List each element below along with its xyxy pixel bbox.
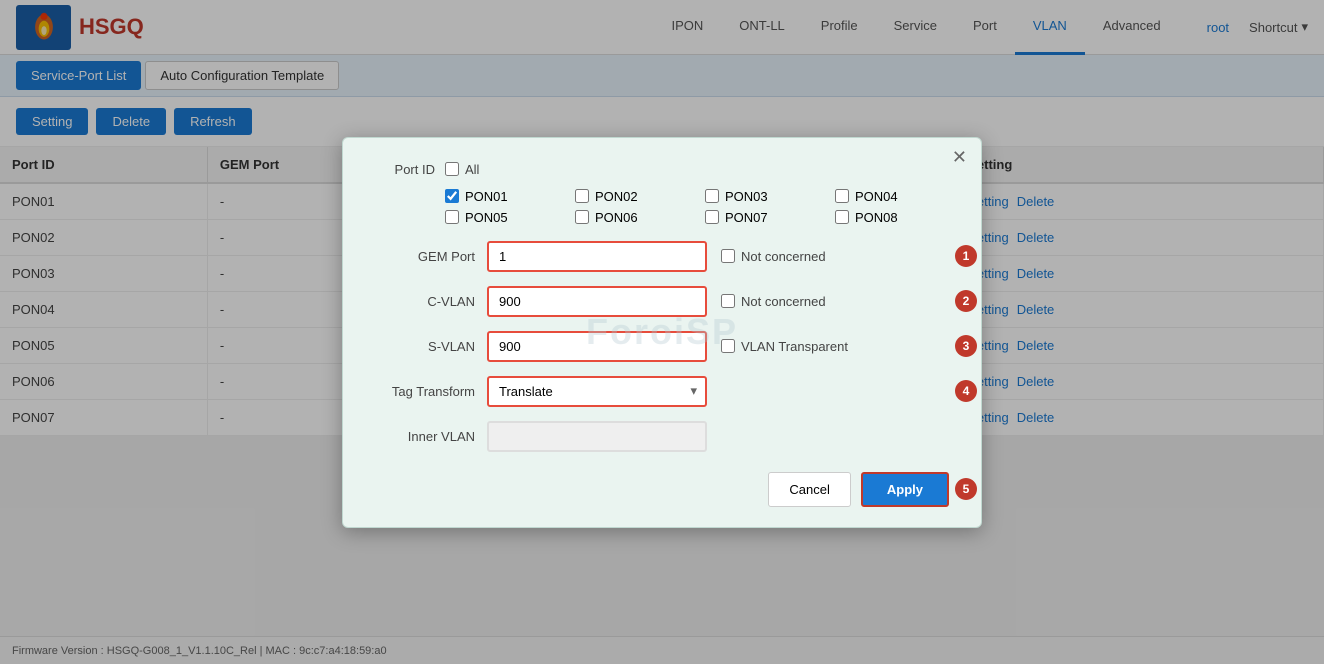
inner-vlan-label: Inner VLAN [375, 429, 475, 444]
gem-port-label: GEM Port [375, 249, 475, 264]
gem-port-input[interactable] [487, 241, 707, 272]
tag-transform-row: Tag Transform Translate Add Remove Trans… [375, 376, 949, 407]
inner-vlan-input[interactable] [487, 421, 707, 452]
pon02-checkbox[interactable] [575, 189, 589, 203]
svlan-row: S-VLAN VLAN Transparent 3 [375, 331, 949, 362]
pon05-checkbox[interactable] [445, 210, 459, 224]
pon06-item: PON06 [575, 210, 689, 225]
pon03-item: PON03 [705, 189, 819, 204]
modal-close-button[interactable]: ✕ [952, 148, 967, 166]
step3-badge: 3 [955, 335, 977, 357]
all-checkbox[interactable] [445, 162, 459, 176]
pon04-checkbox[interactable] [835, 189, 849, 203]
cvlan-row: C-VLAN Not concerned 2 [375, 286, 949, 317]
step2-badge: 2 [955, 290, 977, 312]
cvlan-label: C-VLAN [375, 294, 475, 309]
step1-badge: 1 [955, 245, 977, 267]
cancel-button[interactable]: Cancel [768, 472, 850, 507]
gem-not-concerned-text: Not concerned [741, 249, 826, 264]
cvlan-not-concerned-text: Not concerned [741, 294, 826, 309]
all-checkbox-label: All [445, 162, 479, 177]
svlan-transparent-text: VLAN Transparent [741, 339, 848, 354]
pon08-checkbox[interactable] [835, 210, 849, 224]
pon07-label: PON07 [725, 210, 768, 225]
pon05-item: PON05 [445, 210, 559, 225]
tag-transform-label: Tag Transform [375, 384, 475, 399]
cvlan-input[interactable] [487, 286, 707, 317]
pon02-item: PON02 [575, 189, 689, 204]
tag-transform-select[interactable]: Translate Add Remove Transparent [487, 376, 707, 407]
pon03-checkbox[interactable] [705, 189, 719, 203]
svlan-transparent-label: VLAN Transparent [721, 339, 848, 354]
pon08-label: PON08 [855, 210, 898, 225]
modal-footer: Cancel Apply 5 [375, 472, 949, 507]
pon05-label: PON05 [465, 210, 508, 225]
port-id-label: Port ID [375, 162, 435, 177]
modal-dialog: ✕ Port ID All PON01 PON02 PON03 [342, 137, 982, 528]
pon06-checkbox[interactable] [575, 210, 589, 224]
svlan-label: S-VLAN [375, 339, 475, 354]
pon07-checkbox[interactable] [705, 210, 719, 224]
cvlan-not-concerned-label: Not concerned [721, 294, 826, 309]
tag-transform-wrapper: Translate Add Remove Transparent [487, 376, 707, 407]
inner-vlan-row: Inner VLAN [375, 421, 949, 452]
pon01-label: PON01 [465, 189, 508, 204]
gem-not-concerned-checkbox[interactable] [721, 249, 735, 263]
pon07-item: PON07 [705, 210, 819, 225]
cvlan-not-concerned-checkbox[interactable] [721, 294, 735, 308]
step4-badge: 4 [955, 380, 977, 402]
pon-grid: PON01 PON02 PON03 PON04 PON05 PON06 [445, 189, 949, 225]
pon08-item: PON08 [835, 210, 949, 225]
pon01-checkbox[interactable] [445, 189, 459, 203]
pon06-label: PON06 [595, 210, 638, 225]
port-id-row: Port ID All [375, 162, 949, 177]
apply-button[interactable]: Apply [861, 472, 949, 507]
pon04-item: PON04 [835, 189, 949, 204]
pon02-label: PON02 [595, 189, 638, 204]
gem-port-row: GEM Port Not concerned 1 [375, 241, 949, 272]
step5-badge: 5 [955, 478, 977, 500]
pon03-label: PON03 [725, 189, 768, 204]
svlan-input[interactable] [487, 331, 707, 362]
gem-not-concerned-label: Not concerned [721, 249, 826, 264]
apply-container: Apply 5 [861, 472, 949, 507]
modal-overlay: ForoiSP ✕ Port ID All PON01 PON02 PON03 [0, 0, 1324, 664]
pon01-item: PON01 [445, 189, 559, 204]
pon04-label: PON04 [855, 189, 898, 204]
all-text: All [465, 162, 479, 177]
svlan-transparent-checkbox[interactable] [721, 339, 735, 353]
